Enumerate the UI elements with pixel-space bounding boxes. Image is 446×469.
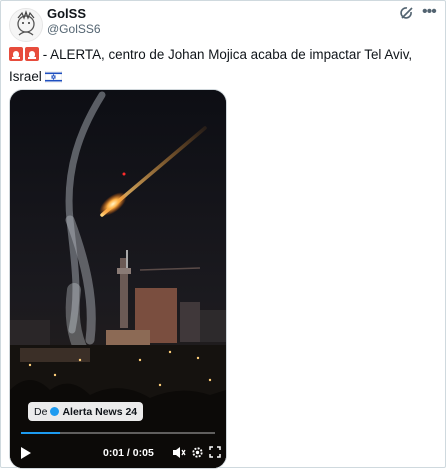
video-time: 0:01 / 0:05 [103,447,154,459]
video-player[interactable]: De Alerta News 24 0:01 / 0:05 [9,89,227,469]
video-progress-bar[interactable] [21,432,215,434]
video-controls: 0:01 / 0:05 [10,440,226,466]
tweet-text: - ALERTA, centro de Johan Mojica acaba d… [9,45,434,89]
siren-icon [25,47,39,67]
tweet-text-line2: Israel [9,69,42,84]
tweet-text-line1: - ALERTA, centro de Johan Mojica acaba d… [39,47,413,62]
siren-icon [9,47,23,67]
source-prefix: De [34,405,48,418]
video-source-badge[interactable]: De Alerta News 24 [28,402,144,421]
video-progress-fill [21,432,60,434]
tweet-card[interactable]: GolSS @GolSS6 ••• - ALERTA, centro de Jo… [0,0,446,469]
mute-icon[interactable] [172,446,186,459]
israel-flag-icon [45,69,63,89]
display-name[interactable]: GolSS [47,6,86,21]
play-icon[interactable] [20,447,31,459]
more-icon[interactable]: ••• [422,3,437,21]
source-avatar-icon [50,407,60,416]
user-handle[interactable]: @GolSS6 [47,22,101,36]
fullscreen-icon[interactable] [209,446,221,458]
source-name[interactable]: Alerta News 24 [62,406,137,418]
grok-icon[interactable] [399,5,415,21]
avatar[interactable] [9,8,43,42]
settings-icon[interactable] [191,446,204,459]
